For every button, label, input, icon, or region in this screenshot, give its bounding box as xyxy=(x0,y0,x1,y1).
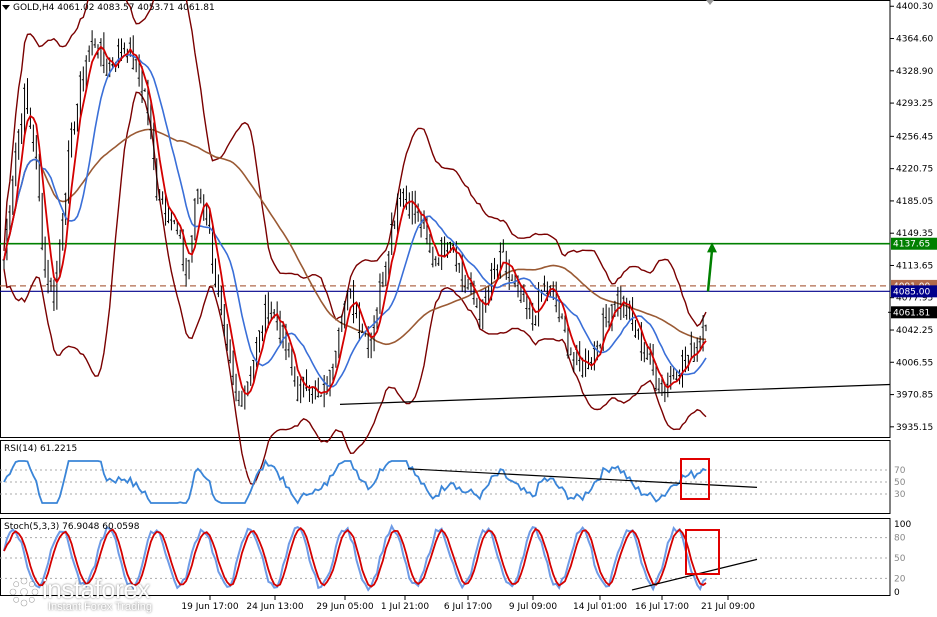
level-label: 4061.81 xyxy=(893,308,930,318)
symbol-header-text: GOLD,H4 4061.02 4083.57 4053.71 4061.81 xyxy=(13,3,215,13)
y-tick-label: 4113.65 xyxy=(896,261,933,271)
chart-canvas: 4400.30 4364.60 4328.90 4293.25 4256.45 4220.… xyxy=(0,0,937,612)
rsi-tick-label: 70 xyxy=(894,466,906,476)
scroll-marker-icon xyxy=(706,0,714,5)
rsi-header: RSI(14) 61.2215 xyxy=(4,444,78,454)
x-tick-label: 9 Jul 09:00 xyxy=(509,602,558,612)
y-tick-label: 4149.35 xyxy=(896,229,933,239)
rsi-tick-label: 30 xyxy=(894,490,906,500)
y-tick-label: 4220.75 xyxy=(896,165,933,175)
y-tick-label: 4185.05 xyxy=(896,197,933,207)
support-trendline xyxy=(339,383,891,405)
y-tick-label: 3970.85 xyxy=(896,391,933,401)
level-label: 4137.65 xyxy=(893,240,930,250)
main-panel-frame xyxy=(0,0,891,438)
brand-icon xyxy=(9,577,39,607)
y-tick-label: 4400.30 xyxy=(896,2,933,12)
level-label: 4085.00 xyxy=(893,287,930,297)
x-tick-label: 1 Jul 21:00 xyxy=(381,602,430,612)
rsi-highlight-box xyxy=(680,458,710,500)
x-tick-label: 21 Jul 09:00 xyxy=(701,602,755,612)
brand-tagline: Instant Forex Trading xyxy=(48,601,152,613)
main-chart-header: GOLD,H4 4061.02 4083.57 4053.71 4061.81 xyxy=(2,3,215,13)
y-tick-label: 4006.55 xyxy=(896,358,933,368)
stoch-tick-label: 100 xyxy=(894,520,911,530)
upper-band xyxy=(3,0,707,327)
mid-ma-line xyxy=(3,53,707,388)
stoch-tick-label: 80 xyxy=(894,534,906,544)
x-tick-label: 29 Jun 05:00 xyxy=(316,602,373,612)
y-tick-label: 4293.25 xyxy=(896,99,933,109)
up-arrow-shaft xyxy=(706,250,714,292)
rsi-panel-frame xyxy=(0,440,891,514)
x-tick-label: 16 Jul 17:00 xyxy=(635,602,689,612)
stoch-tick-label: 50 xyxy=(894,554,906,564)
brand-logo: instaforex Instant Forex Trading xyxy=(4,574,204,616)
y-tick-label: 4042.25 xyxy=(896,326,933,336)
x-tick-label: 24 Jun 13:00 xyxy=(246,602,303,612)
stoch-tick-label: 0 xyxy=(894,588,900,598)
rsi-tick-label: 50 xyxy=(894,478,906,488)
x-tick-label: 14 Jul 01:00 xyxy=(573,602,627,612)
rsi-trendline xyxy=(407,468,758,488)
collapse-icon[interactable] xyxy=(2,5,10,10)
y-tick-label: 4328.90 xyxy=(896,67,933,77)
stoch-tick-label: 20 xyxy=(894,574,906,584)
x-tick-label: 6 Jul 17:00 xyxy=(444,602,493,612)
stoch-header: Stoch(5,3,3) 76.9048 60.0598 xyxy=(4,522,140,532)
y-tick-label: 3935.15 xyxy=(896,423,933,433)
y-tick-label: 4256.45 xyxy=(896,132,933,142)
fast-ma-line xyxy=(3,45,707,396)
y-tick-label: 4364.60 xyxy=(896,35,933,45)
